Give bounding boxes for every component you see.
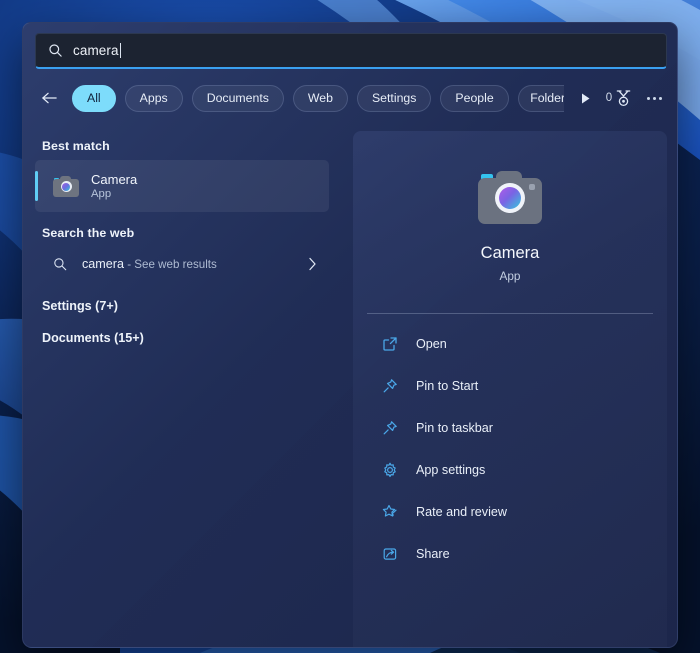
search-web-heading: Search the web xyxy=(42,226,135,240)
web-result-item[interactable]: camera - See web results xyxy=(35,247,329,281)
windows-search-flyout: camera All Apps Documents Web Settings P… xyxy=(22,22,678,648)
tab-all[interactable]: All xyxy=(72,84,116,112)
search-icon xyxy=(49,44,62,57)
more-filters-button[interactable] xyxy=(575,87,597,109)
app-actions-list: Open Pin to Start Pin to taskbar App set… xyxy=(353,314,667,568)
pin-icon xyxy=(381,419,399,437)
action-label: Rate and review xyxy=(416,505,508,519)
web-result-suffix: - See web results xyxy=(124,258,217,271)
chevron-right-play-icon xyxy=(582,93,590,103)
action-label: Pin to Start xyxy=(416,379,479,393)
app-preview-pane: Camera App Open Pin to Start Pin to task… xyxy=(353,131,667,647)
action-label: Open xyxy=(416,337,447,351)
action-label: App settings xyxy=(416,463,486,477)
preview-app-name: Camera xyxy=(480,244,540,262)
result-item-camera[interactable]: Camera App xyxy=(35,160,329,212)
preview-app-kind: App xyxy=(499,269,521,283)
result-item-title: Camera xyxy=(91,172,138,187)
tab-web[interactable]: Web xyxy=(292,84,348,112)
results-column: Best match Camera App Search the web cam… xyxy=(23,125,341,647)
settings-count-heading[interactable]: Settings (7+) xyxy=(23,281,341,313)
more-options-button[interactable] xyxy=(645,93,664,104)
result-item-texts: Camera App xyxy=(91,172,137,200)
camera-lens xyxy=(499,187,521,209)
share-icon xyxy=(381,545,399,563)
search-input-value: camera xyxy=(73,43,119,58)
text-caret xyxy=(119,43,121,58)
web-result-text: camera - See web results xyxy=(82,257,217,271)
search-text-wrap: camera xyxy=(73,43,121,58)
action-pin-to-taskbar[interactable]: Pin to taskbar xyxy=(361,414,659,442)
search-icon xyxy=(54,257,67,270)
open-external-icon xyxy=(381,335,399,353)
ellipsis-dot xyxy=(653,96,657,100)
tab-settings[interactable]: Settings xyxy=(356,84,432,112)
tab-folders-clipped[interactable]: Folders xyxy=(517,84,564,112)
camera-app-icon xyxy=(53,175,79,197)
ellipsis-dot xyxy=(659,96,663,100)
tab-apps[interactable]: Apps xyxy=(124,84,183,112)
camera-app-icon-large xyxy=(478,169,542,224)
tab-people[interactable]: People xyxy=(440,84,509,112)
rewards-count: 0 xyxy=(605,92,613,104)
back-button[interactable] xyxy=(35,84,63,112)
action-app-settings[interactable]: App settings xyxy=(361,456,659,484)
action-label: Share xyxy=(416,547,450,561)
rewards-medal-icon xyxy=(616,89,631,106)
camera-lens xyxy=(62,182,70,191)
search-input[interactable]: camera xyxy=(35,33,667,69)
action-share[interactable]: Share xyxy=(361,540,659,568)
filter-bar-right-cluster: 0 S xyxy=(605,87,677,109)
web-result-query: camera xyxy=(82,257,124,271)
best-match-heading: Best match xyxy=(42,139,110,153)
ellipsis-dot xyxy=(647,96,651,100)
action-open[interactable]: Open xyxy=(361,330,659,358)
camera-sensor-dot xyxy=(529,184,535,190)
documents-count-heading[interactable]: Documents (15+) xyxy=(23,313,341,345)
back-arrow-icon xyxy=(41,92,57,104)
tab-folders[interactable]: Folders xyxy=(517,84,564,112)
action-rate-and-review[interactable]: Rate and review xyxy=(361,498,659,526)
tab-documents[interactable]: Documents xyxy=(191,84,284,112)
chevron-right-icon xyxy=(309,257,316,271)
star-pencil-icon xyxy=(381,503,399,521)
action-label: Pin to taskbar xyxy=(416,421,494,435)
action-pin-to-start[interactable]: Pin to Start xyxy=(361,372,659,400)
search-filter-bar: All Apps Documents Web Settings People F… xyxy=(35,79,667,117)
gear-icon xyxy=(381,461,399,479)
rewards-button[interactable]: 0 xyxy=(605,89,631,107)
pin-icon xyxy=(381,377,399,395)
app-hero: Camera App xyxy=(353,131,667,283)
result-item-subtitle: App xyxy=(91,188,112,200)
